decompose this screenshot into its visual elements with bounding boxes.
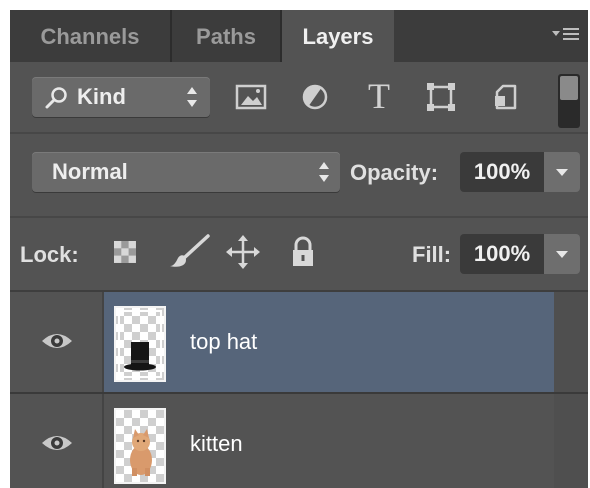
- eye-icon: [40, 328, 74, 354]
- lock-image-pixels-icon[interactable]: [164, 232, 214, 272]
- kitten-image: [130, 429, 152, 476]
- opacity-dropdown-button[interactable]: [544, 152, 580, 192]
- layer-name[interactable]: kitten: [190, 394, 243, 488]
- panel-menu-icon[interactable]: [552, 22, 580, 48]
- filter-toggle-switch[interactable]: [558, 74, 580, 128]
- opacity-input[interactable]: 100%: [460, 152, 544, 192]
- tab-layers[interactable]: Layers: [282, 10, 394, 62]
- layer-thumbnail[interactable]: [114, 306, 166, 382]
- lock-position-icon[interactable]: [226, 232, 260, 272]
- tab-paths[interactable]: Paths: [172, 10, 282, 62]
- chevron-down-icon: [556, 251, 568, 258]
- opacity-label: Opacity:: [350, 160, 439, 185]
- search-icon: [44, 86, 70, 115]
- updown-arrows-icon: [318, 160, 330, 189]
- blend-mode-label: Normal: [52, 159, 128, 184]
- shape-layer-filter-icon[interactable]: [424, 80, 458, 114]
- fill-label: Fill:: [412, 242, 452, 267]
- pixel-layer-filter-icon[interactable]: [234, 80, 268, 114]
- filter-toggle-knob: [560, 76, 578, 100]
- chevron-down-icon: [556, 169, 568, 176]
- smart-object-filter-icon[interactable]: [488, 80, 522, 114]
- layer-row-top-hat[interactable]: top hat: [10, 292, 588, 392]
- updown-arrows-icon: [186, 85, 198, 114]
- filter-kind-label: Kind: [77, 84, 126, 109]
- layer-name[interactable]: top hat: [190, 292, 257, 392]
- top-hat-image: [124, 342, 156, 371]
- scrollbar-track[interactable]: [554, 292, 588, 392]
- blend-mode-select[interactable]: Normal: [32, 152, 340, 192]
- layer-thumbnail[interactable]: [114, 408, 166, 484]
- adjustment-layer-filter-icon[interactable]: [298, 80, 332, 114]
- lock-transparent-pixels-icon[interactable]: [110, 232, 144, 272]
- layer-content-kitten[interactable]: kitten: [104, 394, 554, 488]
- panel-tab-bar: Channels Paths Layers: [10, 10, 588, 62]
- eye-icon: [40, 430, 74, 456]
- lock-label: Lock:: [20, 242, 79, 267]
- layer-row-kitten[interactable]: kitten: [10, 394, 588, 488]
- filter-kind-select[interactable]: Kind: [32, 77, 210, 117]
- type-layer-filter-icon[interactable]: T: [362, 76, 396, 116]
- layer-content-top-hat[interactable]: top hat: [104, 292, 554, 392]
- fill-dropdown-button[interactable]: [544, 234, 580, 274]
- layers-panel: Channels Paths Layers Kind T Normal Opac…: [10, 10, 588, 488]
- fill-input[interactable]: 100%: [460, 234, 544, 274]
- tab-channels[interactable]: Channels: [10, 10, 172, 62]
- scrollbar-track[interactable]: [554, 394, 588, 488]
- lock-all-icon[interactable]: [286, 232, 320, 272]
- visibility-toggle[interactable]: [10, 292, 104, 392]
- visibility-toggle[interactable]: [10, 394, 104, 488]
